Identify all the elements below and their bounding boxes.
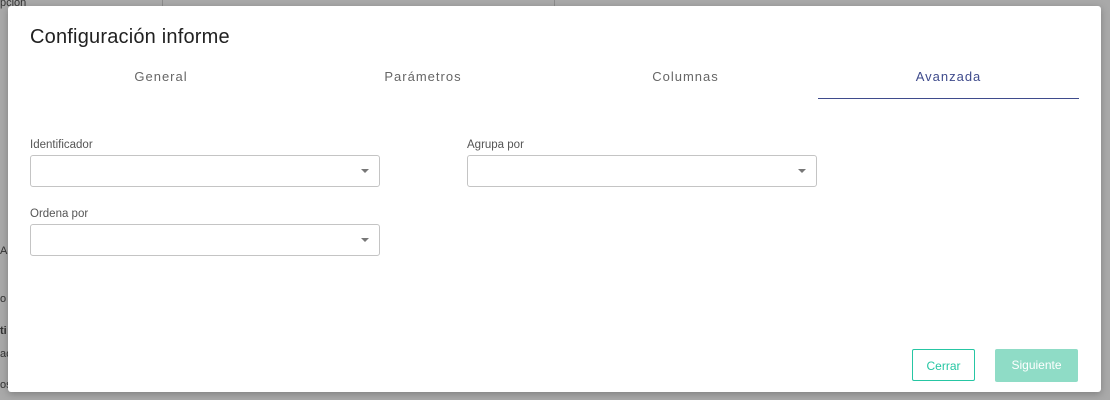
agrupa-por-select[interactable] bbox=[467, 155, 817, 187]
tab-avanzada[interactable]: Avanzada bbox=[818, 62, 1079, 99]
identificador-select[interactable] bbox=[30, 155, 380, 187]
chevron-down-icon bbox=[361, 238, 369, 242]
dialog-title: Configuración informe bbox=[30, 26, 230, 48]
ordena-por-select[interactable] bbox=[30, 224, 380, 256]
tab-general[interactable]: General bbox=[30, 62, 292, 98]
chevron-down-icon bbox=[361, 169, 369, 173]
ordena-por-label: Ordena por bbox=[30, 208, 89, 220]
next-button[interactable]: Siguiente bbox=[995, 349, 1078, 382]
background-text: o bbox=[0, 293, 7, 305]
close-button[interactable]: Cerrar bbox=[912, 349, 975, 381]
background-text: ti bbox=[0, 325, 7, 337]
agrupa-por-label: Agrupa por bbox=[467, 139, 524, 151]
background-text: A bbox=[0, 245, 8, 257]
tab-parametros[interactable]: Parámetros bbox=[292, 62, 554, 98]
tab-bar: General Parámetros Columnas Avanzada bbox=[30, 62, 1079, 99]
report-config-dialog: Configuración informe General Parámetros… bbox=[8, 6, 1101, 392]
chevron-down-icon bbox=[798, 169, 806, 173]
identificador-label: Identificador bbox=[30, 139, 93, 151]
tab-columnas[interactable]: Columnas bbox=[554, 62, 817, 98]
